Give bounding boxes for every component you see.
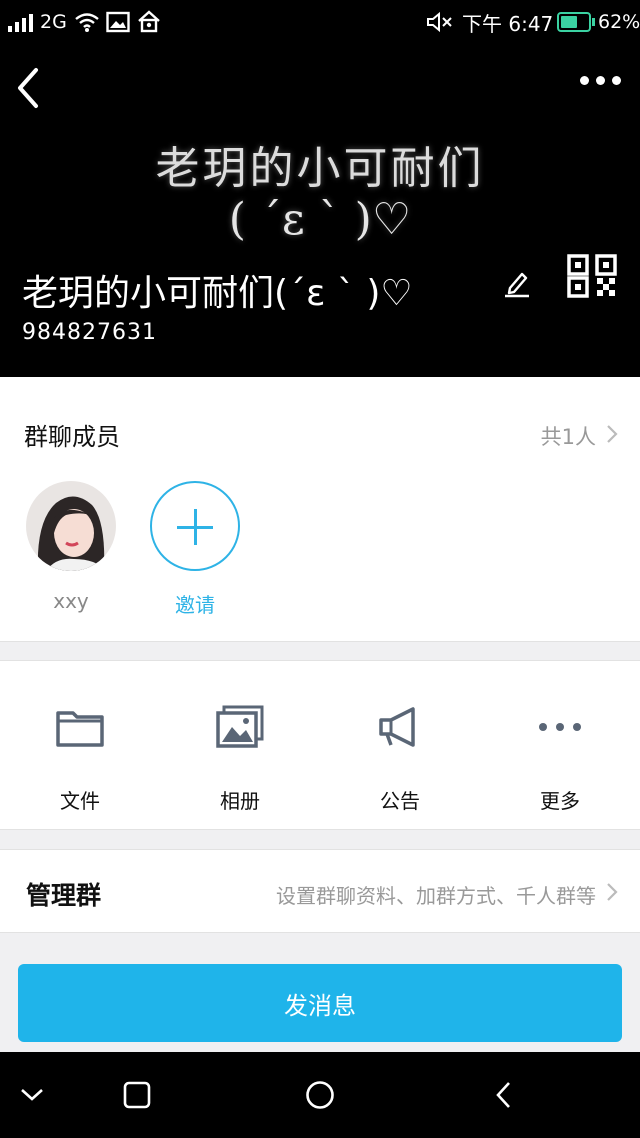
nav-collapse-button[interactable] [0,1052,72,1138]
member-name: xxy [53,589,89,613]
megaphone-icon [375,705,425,749]
status-time: 下午 6:47 [462,11,554,36]
header-banner-emoticon: ( ˊε ˋ )♡ [228,194,412,245]
wifi-icon [74,0,100,44]
status-bar: 2G 下午 6:47 62% [0,0,640,44]
member-avatar[interactable] [26,481,116,571]
tool-label: 公告 [380,789,420,813]
tool-label: 相册 [220,789,260,813]
image-notification-icon [106,0,130,44]
qr-code-icon[interactable] [567,254,619,298]
circle-icon [306,1081,334,1109]
nav-recents-button[interactable] [97,1052,177,1138]
folder-icon [55,705,105,749]
back-button[interactable] [14,66,44,110]
chevron-right-icon [606,882,618,902]
album-icon [215,705,265,749]
group-header: 老玥的小可耐们 ( ˊε ˋ )♡ 老玥的小可耐们(ˊε ˋ )♡ 984827… [0,44,640,377]
header-banner-title: 老玥的小可耐们 [155,143,485,194]
home-notification-icon [137,0,161,44]
group-id: 984827631 [22,320,157,345]
manage-group-title: 管理群 [26,881,102,910]
members-count[interactable]: 共1人 [541,421,596,451]
more-options-button[interactable] [580,76,621,85]
edit-icon[interactable] [502,268,532,298]
send-message-button[interactable]: 发消息 [18,964,622,1042]
group-name: 老玥的小可耐们(ˊε ˋ )♡ [22,273,413,314]
system-nav-bar [0,1052,640,1138]
chevron-right-icon[interactable] [606,424,618,444]
more-icon [535,705,585,749]
tool-more[interactable]: 更多 [480,661,640,831]
tool-label: 更多 [540,789,580,813]
network-type: 2G [40,11,67,33]
nav-home-button[interactable] [280,1052,360,1138]
battery-icon [557,0,595,44]
manage-group-description: 设置群聊资料、加群方式、千人群等 [276,884,596,908]
back-arrow-icon [496,1082,510,1108]
tool-album[interactable]: 相册 [160,661,320,831]
chevron-down-icon [21,1089,43,1101]
tool-announcement[interactable]: 公告 [320,661,480,831]
group-tools-grid: 文件 相册 公告 更多 [0,660,640,830]
signal-strength-icon [8,0,33,44]
mute-icon [426,0,454,44]
invite-label[interactable]: 邀请 [150,589,240,618]
group-members-section: 群聊成员 共1人 xxy 邀请 [0,377,640,642]
tool-label: 文件 [60,789,100,813]
nav-back-button[interactable] [463,1052,543,1138]
tool-file[interactable]: 文件 [0,661,160,831]
battery-percentage: 62% [598,11,640,33]
invite-button[interactable] [150,481,240,571]
members-title: 群聊成员 [24,423,120,451]
square-icon [123,1081,151,1109]
manage-group-row[interactable]: 管理群 设置群聊资料、加群方式、千人群等 [0,849,640,933]
